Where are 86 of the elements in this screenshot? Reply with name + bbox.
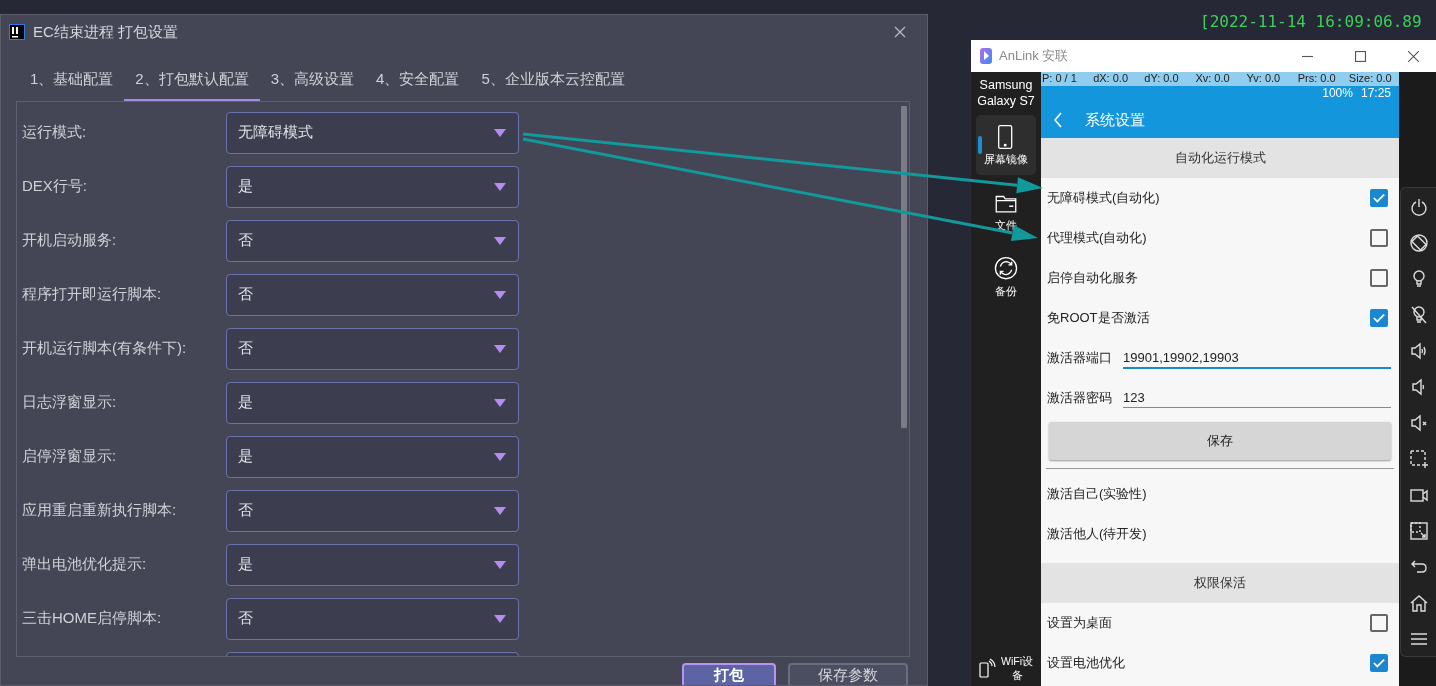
touch-info-bar: P: 0 / 1 dX: 0.0 dY: 0.0 Xv: 0.0 Yv: 0.0 Prs: 0.0 Size: 0.0: [1041, 72, 1399, 86]
setting-label: 设置为桌面: [1047, 614, 1113, 632]
save-button[interactable]: 保存: [1049, 422, 1391, 460]
region-select-icon[interactable]: [1408, 521, 1429, 541]
tab[interactable]: 2、打包默认配置: [124, 59, 260, 101]
field-label: 激活器端口: [1047, 349, 1113, 367]
dropdown-field[interactable]: 是: [226, 435, 519, 478]
caret-icon: [494, 182, 506, 191]
home-icon[interactable]: [1408, 593, 1429, 613]
dropdown-field[interactable]: 是: [226, 543, 519, 586]
device-name: Samsung Galaxy S7: [976, 77, 1036, 109]
caret-icon: [494, 236, 506, 245]
field-label: 激活器密码: [1047, 389, 1113, 407]
input-field[interactable]: 19901,19902,19903: [1123, 347, 1391, 369]
app-icon: [9, 24, 25, 41]
sync-icon: [993, 255, 1019, 282]
checkbox[interactable]: [1370, 614, 1388, 632]
wifi-device-button[interactable]: WiFi设备: [978, 654, 1034, 682]
caret-icon: [494, 344, 506, 353]
rotate-icon[interactable]: [1408, 233, 1429, 253]
caret-icon: [494, 614, 506, 623]
nav-item[interactable]: 备份: [976, 247, 1036, 307]
window-title: EC结束进程 打包设置: [33, 22, 179, 42]
section-header: 权限保活: [1041, 563, 1399, 603]
dropdown-field[interactable]: 否: [226, 327, 519, 370]
checkbox[interactable]: [1370, 269, 1388, 287]
pack-button[interactable]: 打包: [682, 663, 776, 685]
close-icon[interactable]: [1407, 50, 1419, 62]
mute-icon[interactable]: [1408, 413, 1429, 433]
dropdown-field[interactable]: 否: [226, 597, 519, 640]
nav-item[interactable]: 屏幕镜像: [976, 115, 1036, 175]
setting-label: 无障碍模式(自动化): [1047, 189, 1161, 207]
caret-icon: [494, 452, 506, 461]
setting-label: 启停自动化服务: [1047, 269, 1139, 287]
check-icon: [1373, 657, 1385, 669]
setting-label: 弹出电池优化提示:: [22, 555, 148, 575]
setting-label: 三击HOME启停脚本:: [22, 609, 163, 629]
log-text: [2022-11-14 16:09:06.89: [1200, 12, 1422, 31]
tab[interactable]: 1、基础配置: [19, 59, 125, 101]
status-bar: 100% 17:25: [1041, 86, 1399, 102]
checkbox[interactable]: [1370, 309, 1388, 327]
tab[interactable]: 5、企业版本云控配置: [470, 59, 636, 101]
save-button[interactable]: 保存参数: [788, 663, 908, 685]
caret-icon: [494, 128, 506, 137]
caret-icon: [494, 560, 506, 569]
setting-label: 代理模式(自动化): [1047, 229, 1148, 247]
menu-item[interactable]: 激活他人(待开发): [1041, 514, 1399, 554]
app-bar: 系统设置: [1041, 102, 1399, 138]
close-icon[interactable]: [893, 25, 907, 40]
setting-label: 设置电池优化: [1047, 654, 1126, 672]
dropdown-field[interactable]: 是: [226, 381, 519, 424]
setting-label: 开机启动服务:: [22, 231, 118, 251]
section-header: 自动化运行模式: [1041, 138, 1399, 178]
dropdown-field[interactable]: 是: [226, 165, 519, 208]
dropdown-field[interactable]: 否: [226, 219, 519, 262]
input-field[interactable]: 123: [1123, 388, 1391, 408]
setting-label: 应用重启重新执行脚本:: [22, 501, 178, 521]
setting-label: DEX行号:: [22, 177, 88, 197]
dropdown-field[interactable]: 无障碍模式: [226, 111, 519, 154]
setting-label: 启停浮窗显示:: [22, 447, 118, 467]
check-icon: [1373, 312, 1385, 324]
caret-icon: [494, 398, 506, 407]
dropdown-field[interactable]: 否: [226, 489, 519, 532]
setting-label: 开机运行脚本(有条件下):: [22, 339, 188, 359]
tab[interactable]: 3、高级设置: [259, 59, 366, 101]
caret-icon: [494, 290, 506, 299]
checkbox[interactable]: [1370, 229, 1388, 247]
check-icon: [1373, 192, 1385, 204]
tab[interactable]: 4、安全配置: [365, 59, 471, 101]
dropdown-field[interactable]: 否: [226, 273, 519, 316]
checkbox[interactable]: [1370, 189, 1388, 207]
setting-label: 免ROOT是否激活: [1047, 309, 1151, 327]
setting-label: 日志浮窗显示:: [22, 393, 118, 413]
setting-label: 程序打开即运行脚本:: [22, 285, 163, 305]
maximize-icon[interactable]: [1354, 50, 1366, 62]
app-logo-icon: [980, 48, 992, 64]
volume-up-icon[interactable]: [1408, 341, 1429, 361]
selection-add-icon[interactable]: [1408, 449, 1429, 469]
wifi-phone-icon: [978, 657, 996, 679]
caret-icon: [494, 506, 506, 515]
window-title: AnLink 安联: [999, 47, 1070, 65]
power-icon[interactable]: [1408, 197, 1429, 217]
setting-label: 运行模式:: [22, 123, 88, 143]
menu-item[interactable]: 激活自己(实验性): [1041, 474, 1399, 514]
checkbox[interactable]: [1370, 654, 1388, 672]
scrollbar-thumb[interactable]: [901, 105, 907, 428]
